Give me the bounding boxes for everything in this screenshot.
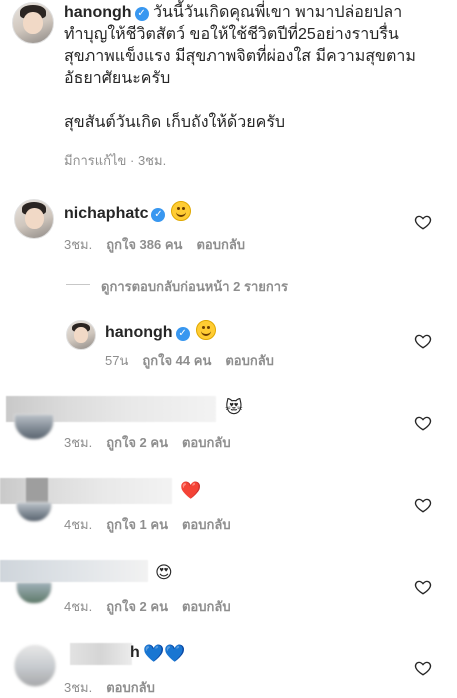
comment-likes[interactable]: ถูกใจ 386 คน <box>106 237 182 252</box>
emoji-heart-eyes: 😍 <box>155 563 173 582</box>
caption-line-4: อัธยาศัยนะครับ <box>64 70 171 87</box>
smiling-face-emoji-icon <box>195 320 216 340</box>
caption-line-6: สุขสันต์วันเกิด เก็บถังให้ด้วยครับ <box>64 114 286 131</box>
reply-button[interactable]: ตอบกลับ <box>182 517 231 532</box>
reply-body: hanongh ✓ <box>105 320 216 342</box>
comment-username[interactable]: nichaphatc <box>64 205 148 222</box>
avatar-face <box>24 208 44 230</box>
heart-outline-icon[interactable] <box>414 332 432 350</box>
comment-meta: 4ชม. ถูกใจ 2 คน ตอบกลับ <box>64 596 245 617</box>
reply-button[interactable]: ตอบกลับ <box>225 353 274 368</box>
post-author-avatar[interactable] <box>12 2 54 44</box>
reply-avatar-hanongh[interactable] <box>66 320 96 350</box>
comment-likes[interactable]: ถูกใจ 2 คน <box>106 599 168 614</box>
redacted-username <box>0 560 148 582</box>
comment-likes[interactable]: ถูกใจ 44 คน <box>142 353 211 368</box>
caption-line-1: วันนี้วันเกิดคุณพี่เขา พามาปล่อยปลา <box>153 4 403 21</box>
emoji-blue-hearts: 💙💙 <box>143 644 186 663</box>
comment-meta: 3ชม. ถูกใจ 386 คน ตอบกลับ <box>64 234 259 255</box>
verified-badge-icon: ✓ <box>151 208 166 222</box>
comment-meta: 3ชม. ตอบกลับ <box>64 677 169 698</box>
comment-time: 57น <box>105 353 129 368</box>
comment-avatar-nichaphatc[interactable] <box>14 199 54 239</box>
comment-likes[interactable]: ถูกใจ 1 คน <box>106 517 168 532</box>
caption-line-3: สุขภาพแข็งแรง มีสุขภาพจิตที่ผ่องใส มีควา… <box>64 48 416 65</box>
comment-avatar-redacted[interactable] <box>14 645 56 687</box>
post-caption: hanongh ✓ วันนี้วันเกิดคุณพี่เขา พามาปล่อ… <box>64 2 452 134</box>
comment-body: nichaphatc ✓ <box>64 201 192 223</box>
reply-button[interactable]: ตอบกลับ <box>182 435 231 450</box>
reply-button[interactable]: ตอบกลับ <box>182 599 231 614</box>
avatar-face <box>74 327 88 343</box>
smiling-face-emoji-icon <box>171 201 192 221</box>
comment-time: 4ชม. <box>64 517 93 532</box>
comment-username-tail[interactable]: h <box>130 644 140 662</box>
post-edited-meta: มีการแก้ไข · 3ชม. <box>64 153 167 168</box>
comment-likes[interactable]: ถูกใจ 2 คน <box>106 435 168 450</box>
comment-time: 3ชม. <box>64 680 93 695</box>
heart-outline-icon[interactable] <box>414 659 432 677</box>
reply-meta: 57น ถูกใจ 44 คน ตอบกลับ <box>105 350 288 371</box>
verified-badge-icon: ✓ <box>175 327 190 341</box>
heart-outline-icon[interactable] <box>414 496 432 514</box>
comment-time: 4ชม. <box>64 599 93 614</box>
emoji-cat-heart-eyes: 😻 <box>225 398 243 417</box>
comment-time: 3ชม. <box>64 237 93 252</box>
view-replies-line <box>66 284 90 285</box>
caption-line-2: ทำบุญให้ชีวิตสัตว์ ขอให้ใช้ชีวิตปีที่25อ… <box>64 26 399 43</box>
view-previous-replies-button[interactable]: ดูการตอบกลับก่อนหน้า 2 รายการ <box>101 276 288 297</box>
emoji-red-heart: ❤️ <box>180 481 202 500</box>
comment-avatar-redacted[interactable] <box>16 502 52 522</box>
comment-meta: 4ชม. ถูกใจ 1 คน ตอบกลับ <box>64 514 245 535</box>
redacted-block <box>26 478 48 504</box>
reply-button[interactable]: ตอบกลับ <box>196 237 245 252</box>
post-author-username[interactable]: hanongh <box>64 4 132 21</box>
verified-badge-icon: ✓ <box>134 7 149 21</box>
heart-outline-icon[interactable] <box>414 414 432 432</box>
reply-button[interactable]: ตอบกลับ <box>106 680 155 695</box>
redacted-username <box>70 643 132 665</box>
heart-outline-icon[interactable] <box>414 213 432 231</box>
heart-outline-icon[interactable] <box>414 578 432 596</box>
reply-username[interactable]: hanongh <box>105 324 173 341</box>
comment-avatar-redacted[interactable] <box>16 582 52 604</box>
comment-meta: 3ชม. ถูกใจ 2 คน ตอบกลับ <box>64 432 245 453</box>
comment-avatar-redacted[interactable] <box>14 414 54 440</box>
avatar-face <box>23 11 43 34</box>
comment-time: 3ชม. <box>64 435 93 450</box>
